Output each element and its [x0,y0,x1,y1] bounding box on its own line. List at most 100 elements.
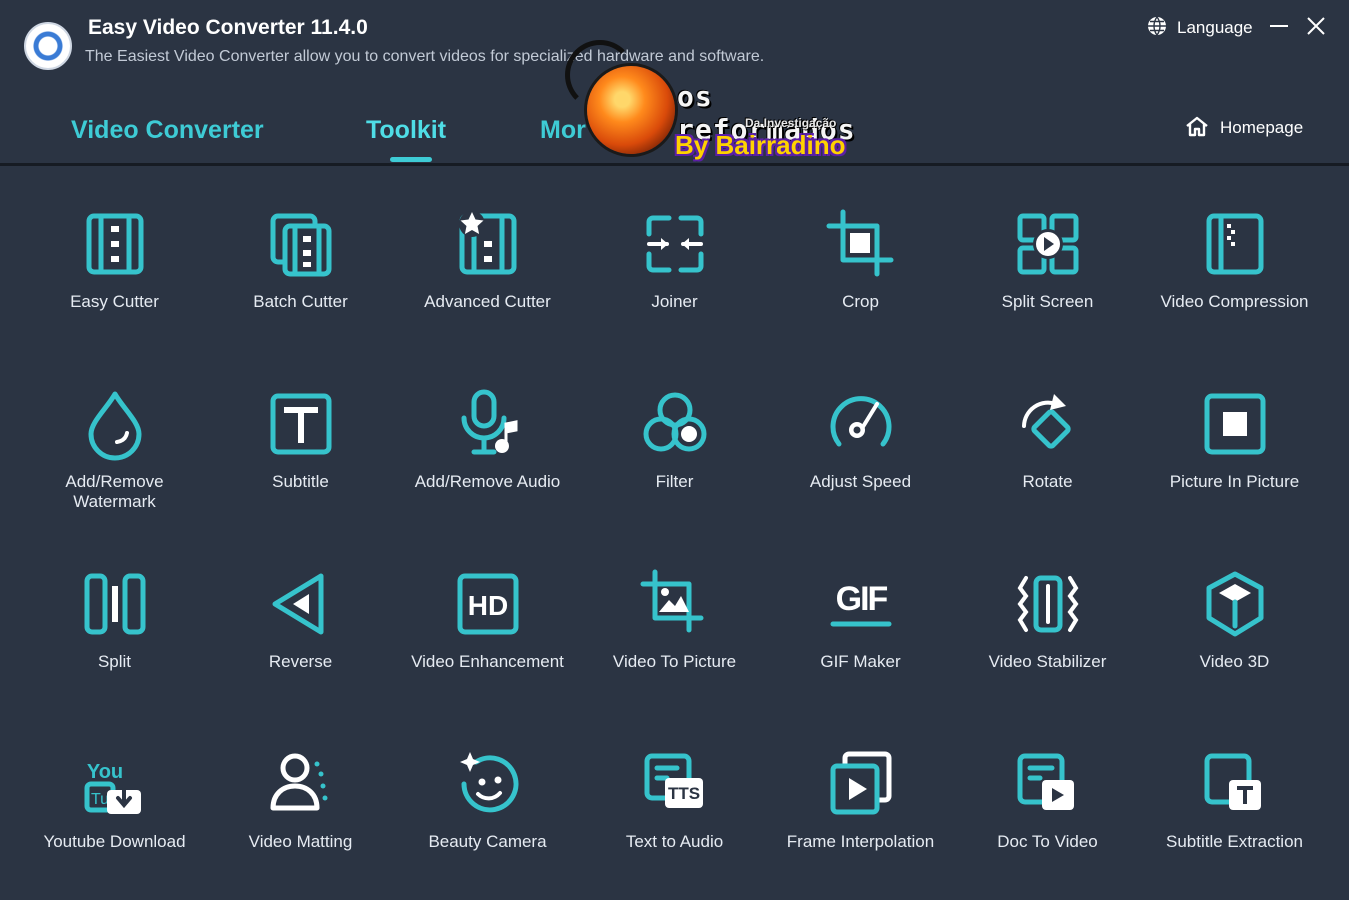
tool-add-remove-watermark[interactable]: Add/Remove Watermark [21,346,208,516]
tool-video-enhancement[interactable]: HD Video Enhancement [394,526,581,696]
svg-text:Tu: Tu [90,791,108,808]
split-bars-icon [77,566,153,642]
homepage-button[interactable]: Homepage [1184,116,1303,140]
tool-label: Text to Audio [625,832,724,851]
tool-joiner[interactable]: Joiner [581,166,768,336]
tool-label: Add/Remove Audio [414,472,561,491]
close-icon [1307,17,1325,35]
tool-label: Rotate [1022,472,1073,491]
tool-advanced-cutter[interactable]: Advanced Cutter [394,166,581,336]
rotate-icon [1010,386,1086,462]
tool-gif-maker[interactable]: GIF GIF Maker [767,526,954,696]
tool-label: Video Enhancement [411,652,564,671]
tool-filter[interactable]: Filter [581,346,768,516]
globe-icon [1146,15,1168,42]
reverse-triangle-icon [263,566,339,642]
filter-circles-icon [637,386,713,462]
tool-label: Split [97,652,132,671]
tool-text-to-audio[interactable]: TTS Text to Audio [581,706,768,876]
tool-label: Video Matting [248,832,353,851]
tab-toolkit[interactable]: Toolkit [366,116,446,145]
tool-subtitle-extraction[interactable]: Subtitle Extraction [1141,706,1328,876]
tool-picture-in-picture[interactable]: Picture In Picture [1141,346,1328,516]
speedometer-icon [823,386,899,462]
drop-icon [77,386,153,462]
text-t-icon [263,386,339,462]
tool-label: Crop [842,292,879,311]
tool-label: Picture In Picture [1169,472,1300,491]
tool-label: Adjust Speed [809,472,912,491]
tool-video-to-picture[interactable]: Video To Picture [581,526,768,696]
hd-icon: HD [450,566,526,642]
tool-add-remove-audio[interactable]: Add/Remove Audio [394,346,581,516]
close-button[interactable] [1305,15,1327,37]
image-crop-icon [637,566,713,642]
tool-label: Video 3D [1199,652,1270,671]
tool-rotate[interactable]: Rotate [954,346,1141,516]
svg-text:HD: HD [467,590,507,621]
language-label: Language [1177,18,1253,37]
tool-beauty-camera[interactable]: Beauty Camera [394,706,581,876]
tool-batch-cutter[interactable]: Batch Cutter [207,166,394,336]
frame-play-icon [823,746,899,822]
homepage-label: Homepage [1220,118,1304,137]
tool-label: GIF Maker [820,652,901,671]
tool-adjust-speed[interactable]: Adjust Speed [767,346,954,516]
tool-label: Video To Picture [612,652,737,671]
crop-icon [823,206,899,282]
doc-play-icon [1010,746,1086,822]
join-icon [637,206,713,282]
tool-split[interactable]: Split [21,526,208,696]
tab-video-converter[interactable]: Video Converter [71,116,264,145]
tool-video-compression[interactable]: Video Compression [1141,166,1328,336]
watermark-line3: By Bairradino [675,130,846,160]
microphone-note-icon [450,386,526,462]
tool-frame-interpolation[interactable]: Frame Interpolation [767,706,954,876]
app-title: Easy Video Converter 11.4.0 [88,16,368,39]
minimize-button[interactable] [1268,15,1290,37]
tool-label: Add/Remove Watermark [65,472,164,511]
tool-label: Subtitle [272,472,329,491]
svg-text:TTS: TTS [667,784,699,803]
film-icon [77,206,153,282]
person-matting-icon [263,746,339,822]
tool-subtitle[interactable]: Subtitle [207,346,394,516]
tool-label: Doc To Video [997,832,1098,851]
cube-icon [1197,566,1273,642]
minimize-icon [1270,25,1288,27]
tool-youtube-download[interactable]: You Tu Youtube Download [21,706,208,876]
picture-in-picture-icon [1197,386,1273,462]
tool-label: Beauty Camera [428,832,547,851]
subtitle-extract-icon [1197,746,1273,822]
tool-video-3d[interactable]: Video 3D [1141,526,1328,696]
tool-label: Video Stabilizer [988,652,1107,671]
tool-doc-to-video[interactable]: Doc To Video [954,706,1141,876]
face-sparkle-icon [450,746,526,822]
tool-label: Batch Cutter [253,292,348,311]
tool-label: Joiner [651,292,698,311]
active-tab-indicator [390,157,432,162]
toolkit-grid: Easy Cutter Batch Cutter Advanced Cutter… [0,166,1349,900]
home-icon [1184,115,1210,142]
tool-video-stabilizer[interactable]: Video Stabilizer [954,526,1141,696]
tool-split-screen[interactable]: Split Screen [954,166,1141,336]
tool-reverse[interactable]: Reverse [207,526,394,696]
watermark-line2: Da Investigação [745,116,837,130]
language-button[interactable]: Language [1146,16,1253,40]
tool-label: Filter [655,472,694,491]
film-star-icon [450,206,526,282]
gif-icon: GIF [823,566,899,642]
svg-text:GIF: GIF [835,580,887,618]
split-screen-icon [1010,206,1086,282]
app-subtitle: The Easiest Video Converter allow you to… [85,48,765,65]
app-logo [24,22,72,70]
tab-more[interactable]: Mor [540,116,586,145]
tool-label: Youtube Download [43,832,186,851]
compress-film-icon [1197,206,1273,282]
tool-easy-cutter[interactable]: Easy Cutter [21,166,208,336]
tool-video-matting[interactable]: Video Matting [207,706,394,876]
tool-crop[interactable]: Crop [767,166,954,336]
tool-label: Subtitle Extraction [1165,832,1303,851]
svg-text:You: You [86,761,122,783]
youtube-download-icon: You Tu [77,746,153,822]
